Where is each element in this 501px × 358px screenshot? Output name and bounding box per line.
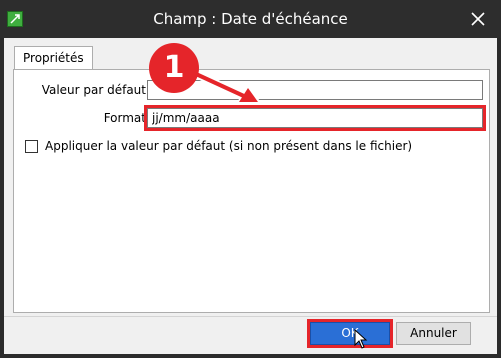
tab-proprietes[interactable]: Propriétés (14, 46, 93, 69)
mouse-cursor-icon (354, 329, 368, 349)
step-badge: 1 (149, 43, 199, 93)
